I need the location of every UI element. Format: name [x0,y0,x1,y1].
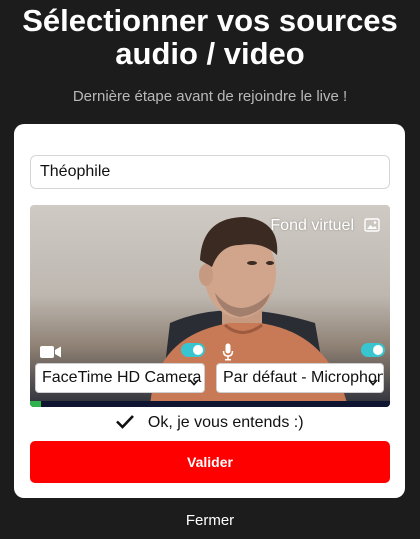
page-subtitle: Dernière étape avant de rejoindre le liv… [72,88,348,105]
camera-toggle[interactable] [181,343,205,357]
name-input[interactable] [30,155,390,189]
audio-check-text: Ok, je vous entends :) [147,414,304,431]
page-title-line-1: Sélectionner vos sources [22,3,398,38]
audio-level-fill [30,401,41,407]
microphone-toggle[interactable] [361,343,385,357]
setup-card: Fond virtuel FaceTime H [14,124,405,498]
close-link[interactable]: Fermer [0,512,420,529]
camera-select-value: FaceTime HD Camera [42,369,202,386]
audio-level-meter [30,401,390,407]
validate-button[interactable]: Valider [30,441,390,483]
audio-check-status: Ok, je vous entends :) [14,414,405,432]
camera-preview: Fond virtuel FaceTime HD Camera Par défa… [30,205,390,407]
microphone-select[interactable]: Par défaut - Microphone [216,363,384,393]
camera-select[interactable]: FaceTime HD Camera [35,363,205,393]
microphone-select-value: Par défaut - Microphone [223,369,384,386]
image-icon[interactable] [364,218,380,237]
checkmark-icon [115,414,147,431]
page-title-line-2: audio / video [115,36,305,71]
virtual-background-label[interactable]: Fond virtuel [270,217,354,235]
chevron-down-icon [368,373,378,391]
chevron-down-icon [189,373,199,391]
page-title: Sélectionner vos sources audio / video [0,4,420,70]
video-camera-icon [40,345,62,364]
